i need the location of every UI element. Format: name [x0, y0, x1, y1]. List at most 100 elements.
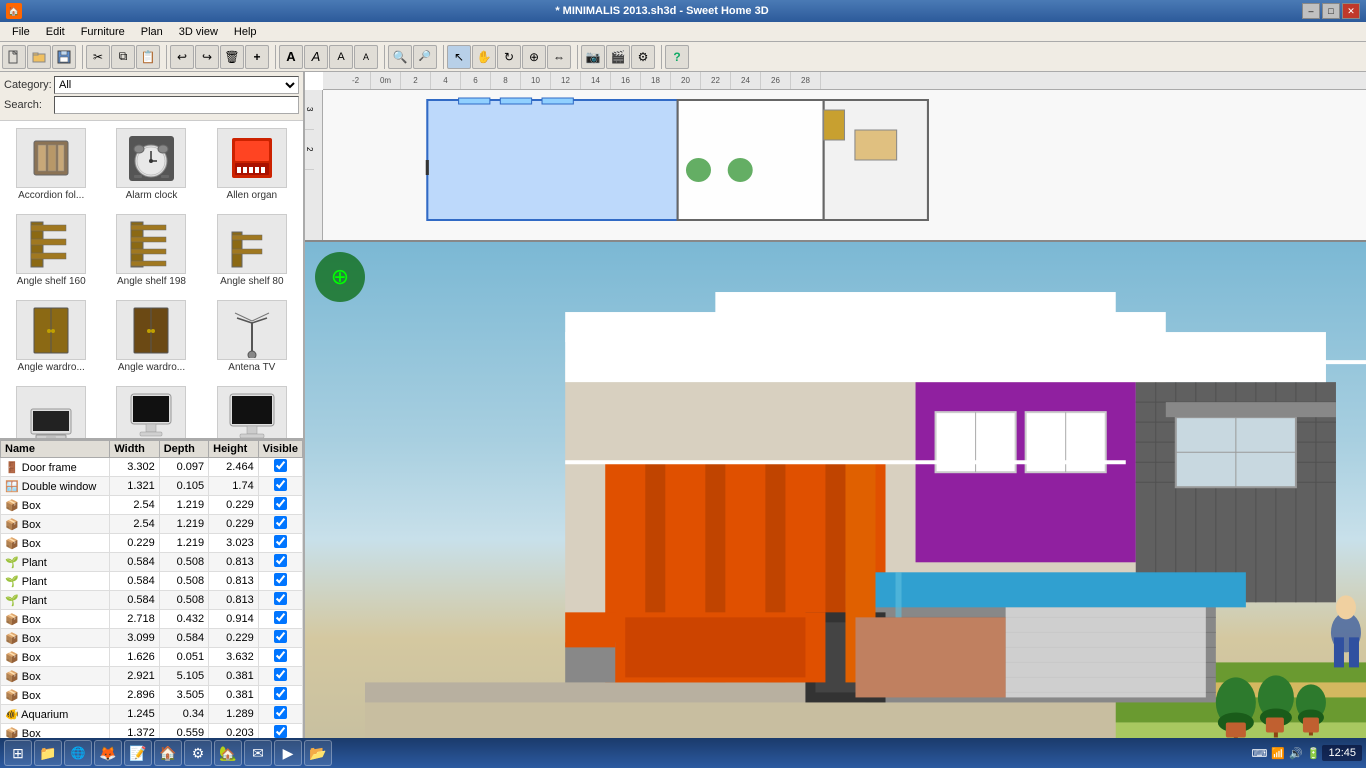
category-select[interactable]: All Bedroom Kitchen Living Room Bathroom — [54, 76, 299, 94]
menu-furniture[interactable]: Furniture — [73, 24, 133, 40]
row-visible[interactable] — [258, 591, 302, 610]
new-button[interactable] — [2, 45, 26, 69]
visible-checkbox[interactable] — [274, 706, 287, 719]
taskbar-docs[interactable]: 📝 — [124, 740, 152, 766]
furniture-item-angle-wardro-1[interactable]: Angle wardro... — [2, 295, 100, 379]
text-a3-button[interactable]: A — [329, 45, 353, 69]
visible-checkbox[interactable] — [274, 611, 287, 624]
zoom-area-button[interactable]: ⊕ — [522, 45, 546, 69]
row-visible[interactable] — [258, 686, 302, 705]
menu-help[interactable]: Help — [226, 24, 265, 40]
zoom-in-button[interactable]: 🔍 — [388, 45, 412, 69]
nav-compass[interactable]: ⊕ — [315, 252, 365, 302]
taskbar-sweethome[interactable]: 🏡 — [214, 740, 242, 766]
row-visible[interactable] — [258, 629, 302, 648]
3d-view[interactable]: ⊕ — [305, 242, 1366, 738]
visible-checkbox[interactable] — [274, 554, 287, 567]
taskbar-settings[interactable]: ⚙ — [184, 740, 212, 766]
table-row[interactable]: 📦 Box3.0990.5840.229 — [1, 629, 303, 648]
menu-edit[interactable]: Edit — [38, 24, 73, 40]
row-visible[interactable] — [258, 496, 302, 515]
visible-checkbox[interactable] — [274, 687, 287, 700]
visible-checkbox[interactable] — [274, 497, 287, 510]
visible-checkbox[interactable] — [274, 649, 287, 662]
furniture-item-allen-organ[interactable]: Allen organ — [203, 123, 301, 207]
col-header-visible[interactable]: Visible — [258, 441, 302, 458]
col-header-depth[interactable]: Depth — [159, 441, 208, 458]
furniture-item-accordion-fol[interactable]: Accordion fol... — [2, 123, 100, 207]
row-visible[interactable] — [258, 667, 302, 686]
visible-checkbox[interactable] — [274, 459, 287, 472]
start-button[interactable]: ⊞ — [4, 740, 32, 766]
table-row[interactable]: 📦 Box2.7180.4320.914 — [1, 610, 303, 629]
table-row[interactable]: 🌱 Plant0.5840.5080.813 — [1, 553, 303, 572]
redo-button[interactable]: ↪ — [195, 45, 219, 69]
furniture-item-apple-ibook[interactable]: Apple iBook — [2, 381, 100, 438]
furniture-item-angle-shelf-160[interactable]: Angle shelf 160 — [2, 209, 100, 293]
furniture-item-alarm-clock[interactable]: Alarm clock — [102, 123, 200, 207]
table-row[interactable]: 📦 Box2.8963.5050.381 — [1, 686, 303, 705]
video-button[interactable]: 🎬 — [606, 45, 630, 69]
close-button[interactable]: ✕ — [1342, 3, 1360, 19]
preferences-button[interactable]: ⚙ — [631, 45, 655, 69]
copy-button[interactable]: ⧉ — [111, 45, 135, 69]
visible-checkbox[interactable] — [274, 592, 287, 605]
text-a4-button[interactable]: A — [354, 45, 378, 69]
maximize-button[interactable]: □ — [1322, 3, 1340, 19]
table-row[interactable]: 🪟 Double window1.3210.1051.74 — [1, 477, 303, 496]
row-visible[interactable] — [258, 534, 302, 553]
furniture-item-angle-shelf-198[interactable]: Angle shelf 198 — [102, 209, 200, 293]
row-visible[interactable] — [258, 705, 302, 724]
table-row[interactable]: 📦 Box2.541.2190.229 — [1, 496, 303, 515]
table-row[interactable]: 📦 Box1.6260.0513.632 — [1, 648, 303, 667]
select-tool-button[interactable]: ↖ — [447, 45, 471, 69]
open-button[interactable] — [27, 45, 51, 69]
taskbar-firefox[interactable]: 🦊 — [94, 740, 122, 766]
furniture-item-apple-imac-19[interactable]: Apple iMac 19... — [102, 381, 200, 438]
taskbar-browser1[interactable]: 🌐 — [64, 740, 92, 766]
menu-3dview[interactable]: 3D view — [171, 24, 226, 40]
col-header-name[interactable]: Name — [1, 441, 110, 458]
visible-checkbox[interactable] — [274, 516, 287, 529]
menu-file[interactable]: File — [4, 24, 38, 40]
minimize-button[interactable]: – — [1302, 3, 1320, 19]
row-visible[interactable] — [258, 553, 302, 572]
visible-checkbox[interactable] — [274, 478, 287, 491]
row-visible[interactable] — [258, 572, 302, 591]
visible-checkbox[interactable] — [274, 668, 287, 681]
paste-button[interactable]: 📋 — [136, 45, 160, 69]
table-row[interactable]: 🌱 Plant0.5840.5080.813 — [1, 572, 303, 591]
visible-checkbox[interactable] — [274, 630, 287, 643]
table-row[interactable]: 📦 Box2.9215.1050.381 — [1, 667, 303, 686]
photo-button[interactable]: 📷 — [581, 45, 605, 69]
furniture-item-antena-tv[interactable]: Antena TV — [203, 295, 301, 379]
add-furniture-button[interactable]: + — [245, 45, 269, 69]
rotate-tool-button[interactable]: ↻ — [497, 45, 521, 69]
table-row[interactable]: 🐠 Aquarium1.2450.341.289 — [1, 705, 303, 724]
help-button[interactable]: ? — [665, 45, 689, 69]
save-button[interactable] — [52, 45, 76, 69]
delete-button[interactable]: 🗑 — [220, 45, 244, 69]
taskbar-sh3d[interactable]: 🏠 — [154, 740, 182, 766]
visible-checkbox[interactable] — [274, 725, 287, 738]
pan-tool-button[interactable]: ✋ — [472, 45, 496, 69]
plan-canvas[interactable] — [323, 90, 1366, 240]
table-row[interactable]: 📦 Box2.541.2190.229 — [1, 515, 303, 534]
table-row[interactable]: 🌱 Plant0.5840.5080.813 — [1, 591, 303, 610]
taskbar-email[interactable]: ✉ — [244, 740, 272, 766]
text-a2-button[interactable]: A — [304, 45, 328, 69]
furniture-item-apple-imac-20[interactable]: Apple iMac 20... — [203, 381, 301, 438]
cut-button[interactable]: ✂ — [86, 45, 110, 69]
zoom-out-button[interactable]: 🔎 — [413, 45, 437, 69]
floor-plan[interactable]: -2 0m 2 4 6 8 10 12 14 16 18 20 22 24 26… — [305, 72, 1366, 242]
table-row[interactable]: 🚪 Door frame3.3020.0972.464 — [1, 458, 303, 477]
table-row[interactable]: 📦 Box1.3720.5590.203 — [1, 724, 303, 739]
search-input[interactable] — [54, 96, 299, 114]
menu-plan[interactable]: Plan — [133, 24, 171, 40]
text-a1-button[interactable]: A — [279, 45, 303, 69]
table-row[interactable]: 📦 Box0.2291.2193.023 — [1, 534, 303, 553]
visible-checkbox[interactable] — [274, 573, 287, 586]
col-header-height[interactable]: Height — [209, 441, 259, 458]
row-visible[interactable] — [258, 515, 302, 534]
taskbar-files[interactable]: 📁 — [34, 740, 62, 766]
